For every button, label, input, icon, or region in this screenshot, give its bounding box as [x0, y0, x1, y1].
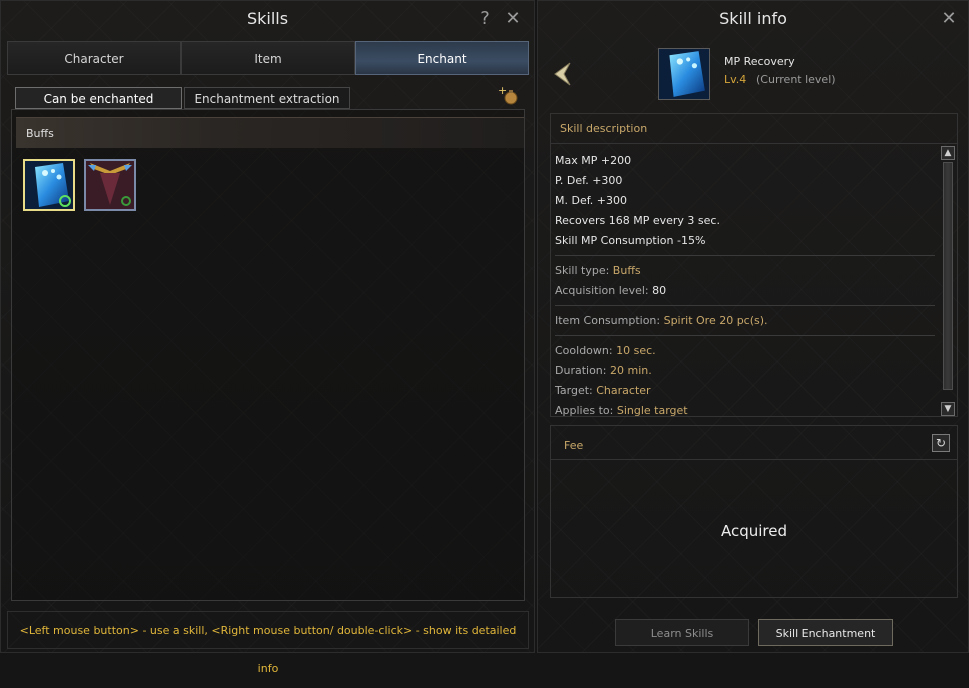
- scroll-down-icon[interactable]: ▼: [941, 402, 955, 416]
- subtab-can-be-enchanted[interactable]: Can be enchanted: [15, 87, 182, 109]
- usage-hint: <Left mouse button> - use a skill, <Righ…: [7, 611, 529, 675]
- applies-to-row: Applies to: Single target: [555, 404, 688, 417]
- shield-buff-skill-icon: [86, 161, 134, 209]
- scroll-up-icon[interactable]: ▲: [941, 146, 955, 160]
- effect-line: Skill MP Consumption -15%: [555, 234, 706, 247]
- add-item-icon[interactable]: +: [498, 84, 520, 105]
- effect-line: M. Def. +300: [555, 194, 627, 207]
- skill-info-window: Skill info ✕ MP Recovery Lv.4 (Current l…: [537, 0, 969, 653]
- duration-row: Duration: 20 min.: [555, 364, 652, 377]
- description-scrollbar[interactable]: ▲ ▼: [941, 146, 955, 416]
- effect-line: P. Def. +300: [555, 174, 623, 187]
- scroll-track[interactable]: [943, 162, 953, 390]
- main-tabs: Character Item Enchant: [7, 41, 529, 75]
- item-consumption-value: Spirit Ore 20 pc(s).: [663, 314, 768, 327]
- divider: [555, 335, 935, 336]
- item-consumption-row: Item Consumption: Spirit Ore 20 pc(s).: [555, 314, 768, 327]
- applies-to-value: Single target: [616, 404, 688, 417]
- skill-enchantment-button[interactable]: Skill Enchantment: [758, 619, 893, 646]
- tab-character[interactable]: Character: [7, 41, 181, 75]
- cooldown-value: 10 sec.: [616, 344, 656, 357]
- tab-item[interactable]: Item: [181, 41, 355, 75]
- skill-level: Lv.4: [724, 73, 747, 86]
- effect-line: Recovers 168 MP every 3 sec.: [555, 214, 720, 227]
- target-value: Character: [596, 384, 651, 397]
- help-icon[interactable]: ?: [474, 1, 496, 37]
- effect-line: Max MP +200: [555, 154, 632, 167]
- refresh-icon[interactable]: ↻: [932, 434, 950, 452]
- skill-name: MP Recovery: [724, 55, 795, 68]
- skill-info-title: Skill info: [719, 9, 787, 28]
- skills-window-title: Skills: [246, 9, 289, 28]
- cooldown-row: Cooldown: 10 sec.: [555, 344, 656, 357]
- skill-slot-mp-recovery[interactable]: [23, 159, 75, 211]
- mp-recovery-skill-icon: [25, 161, 73, 209]
- duration-value: 20 min.: [609, 364, 652, 377]
- tab-enchant[interactable]: Enchant: [355, 41, 529, 75]
- section-buffs-title: Buffs: [16, 117, 524, 148]
- divider: [555, 255, 935, 256]
- skill-description-box: Max MP +200 P. Def. +300 M. Def. +300 Re…: [550, 143, 958, 417]
- scroll-thumb[interactable]: [943, 162, 953, 390]
- close-icon[interactable]: ✕: [502, 1, 524, 37]
- fee-box: Fee ↻ Acquired: [550, 425, 958, 598]
- skill-type-value: Buffs: [612, 264, 641, 277]
- skill-description-content: Max MP +200 P. Def. +300 M. Def. +300 Re…: [555, 151, 937, 417]
- skills-window: Skills ? ✕ Character Item Enchant Can be…: [0, 0, 535, 675]
- mp-recovery-skill-icon: [658, 48, 710, 100]
- skill-slot-shield-buff[interactable]: [84, 159, 136, 211]
- subtab-enchantment-extraction[interactable]: Enchantment extraction: [184, 87, 350, 109]
- acquisition-level-row: Acquisition level: 80: [555, 284, 667, 297]
- fee-status: Acquired: [720, 522, 788, 540]
- back-arrow-icon[interactable]: [552, 61, 572, 91]
- acquisition-level-value: 80: [652, 284, 667, 297]
- close-icon[interactable]: ✕: [938, 1, 960, 37]
- target-row: Target: Character: [555, 384, 651, 397]
- skill-description-header: Skill description: [550, 113, 958, 143]
- skill-type-row: Skill type: Buffs: [555, 264, 641, 277]
- fee-header: Fee: [551, 426, 957, 460]
- skill-level-note: (Current level): [756, 73, 836, 86]
- learn-skills-button[interactable]: Learn Skills: [615, 619, 749, 646]
- divider: [555, 305, 935, 306]
